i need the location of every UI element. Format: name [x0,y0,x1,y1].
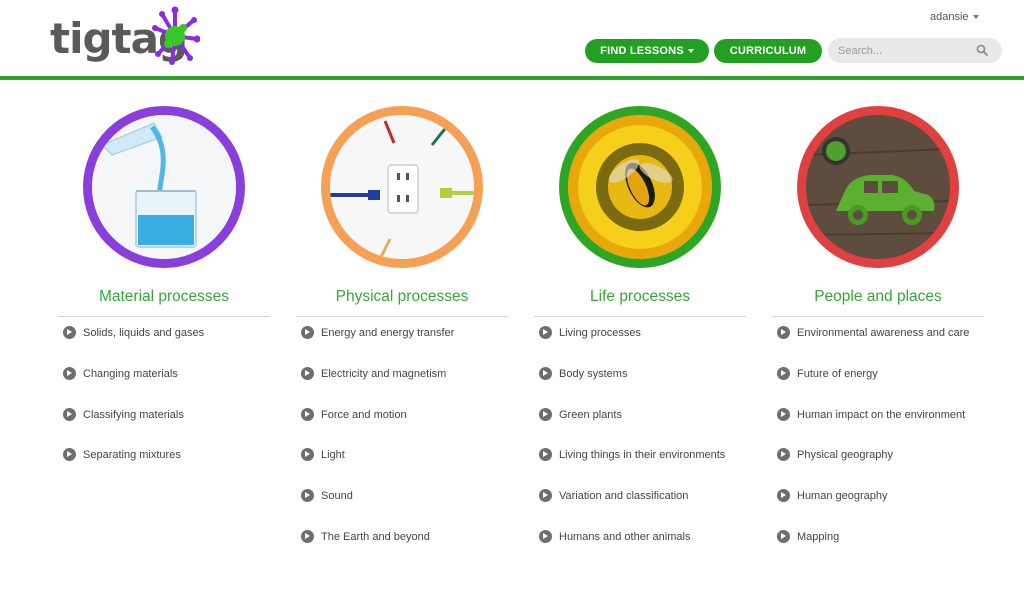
list-item[interactable]: Humans and other animals [539,528,690,546]
list-item[interactable]: Living things in their environments [539,446,725,464]
list-item[interactable]: Classifying materials [63,406,184,424]
list-item-label: Force and motion [321,409,407,421]
list-item-label: Humans and other animals [559,531,691,543]
chevron-right-icon [301,488,314,502]
list-item-label: Mapping [797,531,840,543]
curriculum-button[interactable]: CURRICULUM [714,39,822,63]
chevron-right-icon [539,366,552,380]
list-item-label: Energy and energy transfer [321,327,455,339]
list-item[interactable]: Human geography [777,487,888,505]
list-item[interactable]: The Earth and beyond [301,528,430,546]
list-item[interactable]: Physical geography [777,446,893,464]
list-item[interactable]: Changing materials [63,365,178,383]
list-item-label: Future of energy [797,368,878,380]
list-item[interactable]: Environmental awareness and care [777,324,969,342]
list-item-label: Separating mixtures [83,449,181,461]
divider [58,316,270,317]
chevron-right-icon [63,407,76,421]
chevron-right-icon [777,325,790,339]
splat-icon [152,6,200,65]
divider [296,316,508,317]
chevron-right-icon [301,529,314,543]
category-image-ring[interactable] [321,106,483,268]
list-item-label: Classifying materials [83,409,184,421]
list-item[interactable]: Force and motion [301,406,407,424]
curriculum-label: CURRICULUM [729,45,807,57]
find-lessons-label: FIND LESSONS [600,45,684,57]
list-item[interactable]: Green plants [539,406,622,424]
chevron-right-icon [777,529,790,543]
list-item-label: Living things in their environments [559,449,726,461]
tigtag-logo[interactable]: tigtag [50,6,210,66]
category-image-ring[interactable] [559,106,721,268]
chevron-right-icon [301,447,314,461]
chevron-down-icon [972,15,979,20]
chevron-right-icon [777,447,790,461]
chevron-right-icon [539,407,552,421]
list-item-label: Green plants [559,409,622,421]
chevron-right-icon [777,366,790,380]
chevron-right-icon [301,366,314,380]
category-title[interactable]: Life processes [534,288,746,306]
chevron-right-icon [539,447,552,461]
list-item[interactable]: Mapping [777,528,839,546]
list-item-label: Variation and classification [559,490,689,502]
green-car-icon [806,115,950,259]
list-item[interactable]: Light [301,446,345,464]
chevron-right-icon [63,366,76,380]
list-item[interactable]: Separating mixtures [63,446,181,464]
chevron-down-icon [687,49,694,54]
list-item-label: Solids, liquids and gases [83,327,205,339]
list-item-label: Living processes [559,327,641,339]
search-icon[interactable] [976,44,988,56]
list-item-label: Changing materials [83,368,178,380]
list-item-label: Human impact on the environment [797,409,966,421]
search-input[interactable] [838,38,968,63]
list-item[interactable]: Body systems [539,365,627,383]
list-item[interactable]: Electricity and magnetism [301,365,446,383]
list-item[interactable]: Solids, liquids and gases [63,324,204,342]
list-item-label: Physical geography [797,449,894,461]
divider [772,316,984,317]
chevron-right-icon [777,407,790,421]
category-title[interactable]: Physical processes [296,288,508,306]
list-item[interactable]: Energy and energy transfer [301,324,454,342]
beaker-icon [92,115,236,259]
hoverfly-flower-icon [568,115,712,259]
list-item-label: Light [321,449,345,461]
chevron-right-icon [63,325,76,339]
list-item[interactable]: Sound [301,487,353,505]
list-item-label: Human geography [797,490,888,502]
category-image-ring[interactable] [83,106,245,268]
user-menu[interactable]: adansie [930,11,979,23]
chevron-right-icon [301,407,314,421]
list-item-label: Environmental awareness and care [797,327,970,339]
list-item-label: Electricity and magnetism [321,368,447,380]
search-box[interactable] [828,38,1002,63]
list-item-label: Sound [321,490,353,502]
list-item[interactable]: Variation and classification [539,487,688,505]
chevron-right-icon [301,325,314,339]
chevron-right-icon [539,488,552,502]
list-item[interactable]: Human impact on the environment [777,406,965,424]
chevron-right-icon [539,325,552,339]
list-item-label: The Earth and beyond [321,531,430,543]
list-item[interactable]: Living processes [539,324,641,342]
category-title[interactable]: People and places [772,288,984,306]
category-image-ring[interactable] [797,106,959,268]
header-divider [0,76,1024,80]
category-title[interactable]: Material processes [58,288,270,306]
list-item[interactable]: Future of energy [777,365,878,383]
chevron-right-icon [63,447,76,461]
chevron-right-icon [777,488,790,502]
list-item-label: Body systems [559,368,628,380]
divider [534,316,746,317]
user-name: adansie [930,11,969,23]
find-lessons-button[interactable]: FIND LESSONS [585,39,709,63]
chevron-right-icon [539,529,552,543]
power-outlet-icon [330,115,474,259]
